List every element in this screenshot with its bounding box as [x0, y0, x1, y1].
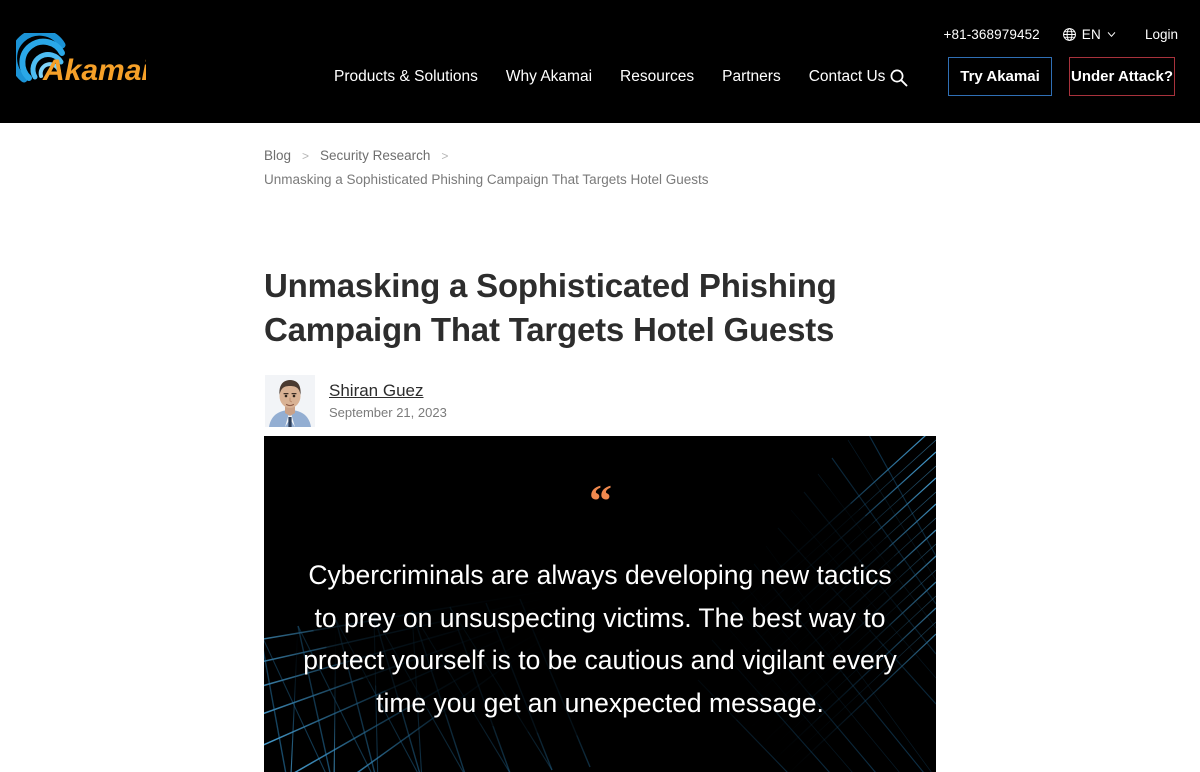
header-cta-row: Try Akamai Under Attack? [948, 57, 1175, 96]
svg-text:Akamai: Akamai [42, 54, 146, 87]
hero-content: “ Cybercriminals are always developing n… [264, 436, 936, 772]
try-akamai-button[interactable]: Try Akamai [948, 57, 1052, 96]
avatar [265, 375, 315, 427]
search-icon [890, 69, 908, 87]
main-navigation: Products & Solutions Why Akamai Resource… [334, 64, 885, 90]
language-code: EN [1081, 26, 1101, 42]
breadcrumb-separator: > [441, 149, 449, 163]
nav-item-partners[interactable]: Partners [722, 64, 781, 90]
akamai-logo[interactable]: Akamai [16, 33, 146, 91]
search-button[interactable] [888, 66, 912, 90]
nav-item-why-akamai[interactable]: Why Akamai [506, 64, 592, 90]
nav-item-resources[interactable]: Resources [620, 64, 694, 90]
hero-quote-text: Cybercriminals are always developing new… [303, 560, 897, 718]
login-link[interactable]: Login [1145, 27, 1178, 42]
globe-icon [1062, 27, 1076, 41]
header-phone-number[interactable]: +81-368979452 [944, 27, 1040, 42]
under-attack-button[interactable]: Under Attack? [1069, 57, 1175, 96]
breadcrumb-separator: > [302, 149, 310, 163]
quote-mark-icon: “ [589, 475, 612, 526]
page-title: Unmasking a Sophisticated Phishing Campa… [264, 267, 837, 348]
site-header: Akamai +81-368979452 EN Login Products &… [0, 0, 1200, 123]
chevron-down-icon [1107, 32, 1116, 37]
language-selector[interactable]: EN [1062, 27, 1117, 42]
publish-date: September 21, 2023 [329, 405, 447, 420]
breadcrumb: Blog > Security Research > Unmasking a Soph… [264, 144, 964, 192]
author-block: Shiran Guez September 21, 2023 [265, 375, 447, 427]
nav-item-products-solutions[interactable]: Products & Solutions [334, 64, 478, 90]
breadcrumb-item-security-research[interactable]: Security Research [320, 148, 430, 163]
header-utility-row: +81-368979452 EN Login [944, 24, 1178, 44]
hero-quote-image: “ Cybercriminals are always developing n… [264, 436, 936, 772]
author-name[interactable]: Shiran Guez [329, 381, 447, 401]
breadcrumb-current-page: Unmasking a Sophisticated Phishing Campa… [264, 172, 709, 187]
author-portrait-image [265, 375, 315, 427]
akamai-logo-icon: Akamai [16, 33, 146, 87]
nav-item-contact-us[interactable]: Contact Us [809, 64, 886, 90]
author-meta: Shiran Guez September 21, 2023 [329, 381, 447, 421]
breadcrumb-item-blog[interactable]: Blog [264, 148, 291, 163]
